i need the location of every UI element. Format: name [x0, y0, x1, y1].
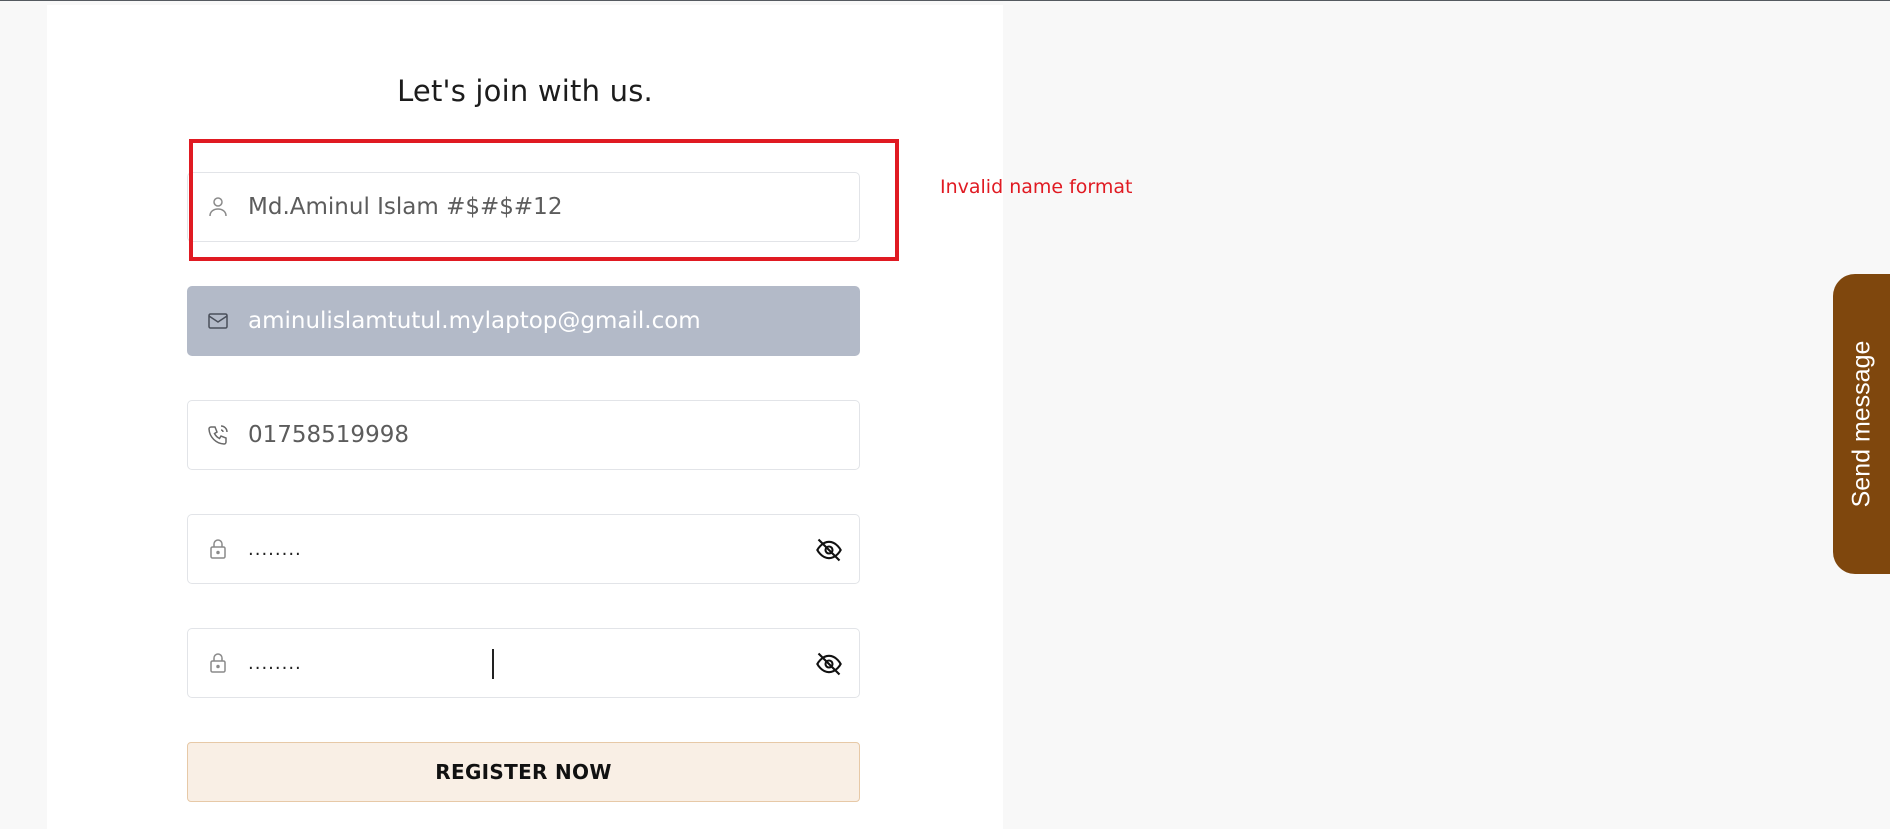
phone-input[interactable] — [248, 401, 768, 469]
eye-off-icon[interactable] — [815, 536, 843, 564]
confirm-password-input[interactable] — [248, 629, 768, 697]
confirm-password-field — [187, 628, 860, 698]
mail-icon — [206, 309, 230, 333]
register-button[interactable]: REGISTER NOW — [187, 742, 860, 802]
text-cursor — [492, 649, 494, 679]
send-message-label: Send message — [1847, 340, 1875, 508]
password-field — [187, 514, 860, 584]
phone-field — [187, 400, 860, 470]
password-input[interactable] — [248, 515, 768, 583]
top-border — [0, 0, 1890, 1]
page-title: Let's join with us. — [397, 74, 653, 108]
lock-icon — [206, 651, 230, 675]
eye-off-icon[interactable] — [815, 650, 843, 678]
email-input[interactable] — [248, 287, 768, 355]
phone-icon — [206, 423, 230, 447]
lock-icon — [206, 537, 230, 561]
name-error-highlight — [189, 139, 899, 261]
name-error-message: Invalid name format — [940, 176, 1133, 198]
send-message-tab[interactable]: Send message — [1833, 274, 1890, 574]
email-field — [187, 286, 860, 356]
